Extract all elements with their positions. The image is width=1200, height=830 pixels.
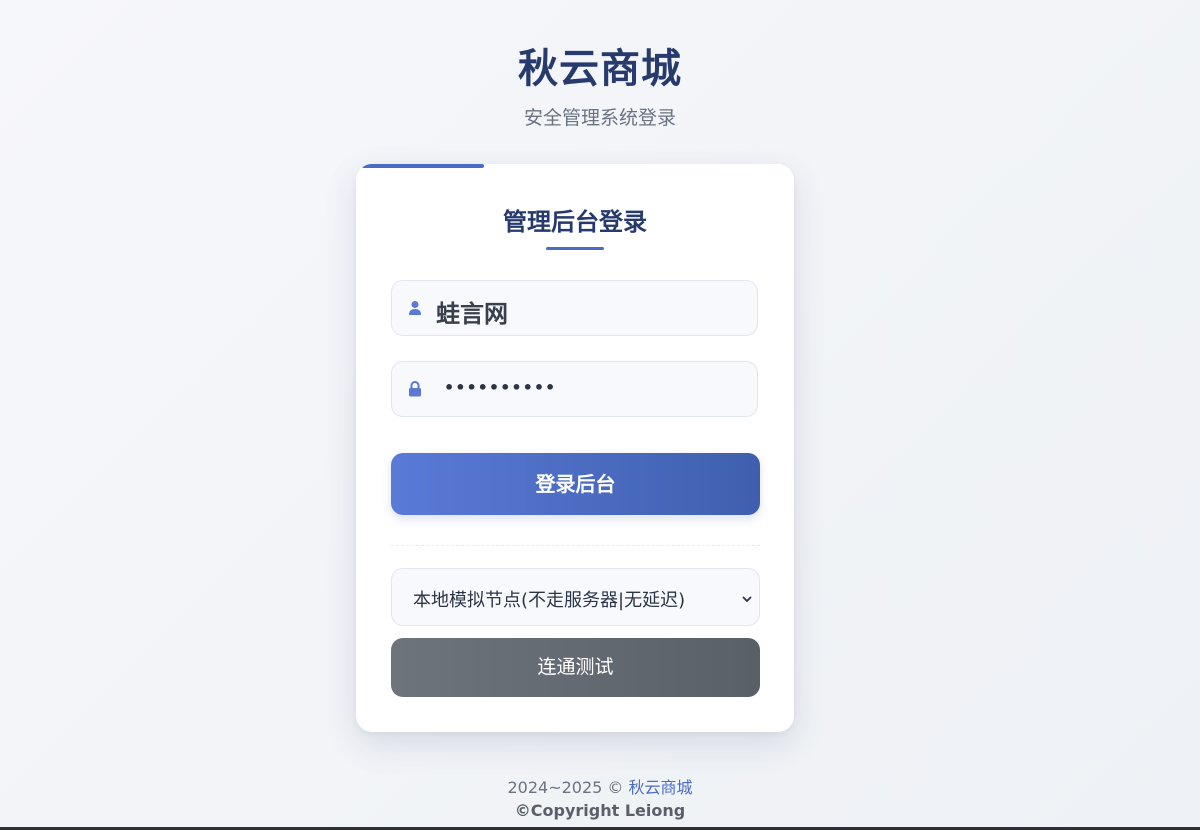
footer-years-text: 2024~2025 © — [507, 778, 629, 797]
card-title: 管理后台登录 — [503, 208, 647, 236]
footer-copyright: ©Copyright Leiong — [514, 801, 686, 820]
footer-years: 2024~2025 © 秋云商城 — [0, 774, 1200, 798]
card-accent-bar — [362, 164, 484, 168]
site-title: 秋云商城 — [518, 46, 682, 92]
user-icon — [408, 300, 422, 316]
password-field[interactable]: •••••••••• — [391, 361, 758, 417]
node-select-value: 本地模拟节点(不走服务器|无延迟) — [413, 590, 686, 611]
username-field[interactable]: 蛙言网 — [391, 280, 758, 336]
footer-brand-link[interactable]: 秋云商城 — [629, 778, 693, 797]
divider — [391, 545, 760, 546]
lock-icon — [408, 381, 422, 397]
login-button[interactable]: 登录后台 — [391, 453, 760, 515]
node-select[interactable]: 本地模拟节点(不走服务器|无延迟) — [391, 568, 760, 626]
login-card: 管理后台登录 蛙言网 •••••••••• 登录后台 本地模拟节点(不走服务器|… — [356, 164, 794, 732]
title-underline — [546, 247, 604, 250]
password-value: •••••••••• — [444, 378, 557, 397]
connectivity-test-button[interactable]: 连通测试 — [391, 638, 760, 697]
username-value: 蛙言网 — [436, 300, 508, 328]
chevron-down-icon — [741, 590, 753, 602]
site-subtitle: 安全管理系统登录 — [523, 107, 676, 129]
